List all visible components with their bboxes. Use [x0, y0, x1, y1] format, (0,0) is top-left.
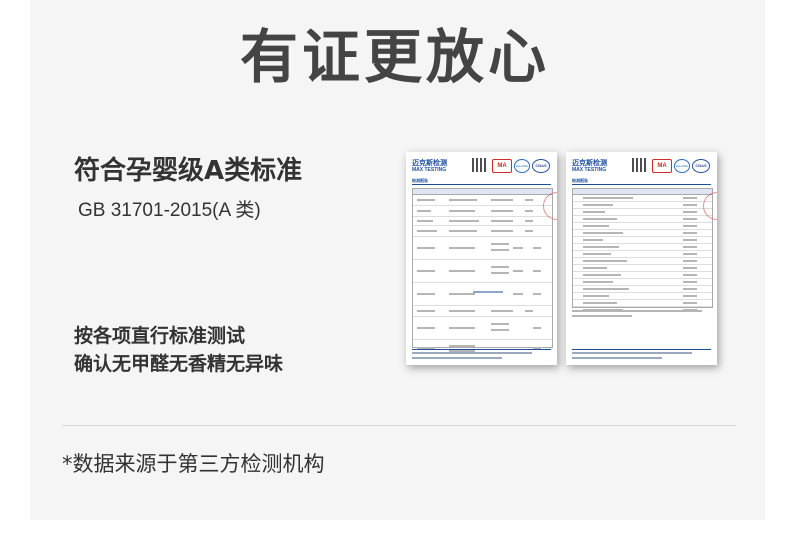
report-rule — [572, 184, 711, 185]
footnote: *数据来源于第三方检测机构 — [62, 452, 325, 476]
description-line-2: 确认无甲醛无香精无异味 — [74, 353, 284, 375]
cnas-badge: CNAS — [532, 159, 550, 173]
ilac-badge: ilac-MRA — [514, 159, 530, 173]
report-brand-en: MAX TESTING — [572, 167, 607, 173]
page-title: 有证更放心 — [239, 23, 550, 91]
standard-heading: 符合孕婴级A类标准 — [74, 156, 303, 186]
report-rule — [412, 184, 551, 185]
report-table — [412, 188, 553, 352]
qr-code-icon — [472, 158, 486, 172]
report-header: 迈克斯检测 MAX TESTING MA ilac-MRA CNAS — [412, 158, 552, 176]
test-report-thumbnail-2: 迈克斯检测 MAX TESTING MA ilac-MRA CNAS 检测报告 — [566, 152, 717, 365]
description-line-1: 按各项直行标准测试 — [74, 325, 246, 347]
report-table — [572, 188, 713, 311]
report-brand-en: MAX TESTING — [412, 167, 447, 173]
standard-code: GB 31701-2015(A 类) — [78, 200, 261, 221]
cnas-badge: CNAS — [692, 159, 710, 173]
divider — [62, 425, 736, 426]
qr-code-icon — [632, 158, 646, 172]
report-header: 迈克斯检测 MAX TESTING MA ilac-MRA CNAS — [572, 158, 712, 176]
cma-badge: MA — [652, 159, 672, 173]
test-report-thumbnail-1: 迈克斯检测 MAX TESTING MA ilac-MRA CNAS 检测报告 — [406, 152, 557, 365]
ilac-badge: ilac-MRA — [674, 159, 690, 173]
cma-badge: MA — [492, 159, 512, 173]
